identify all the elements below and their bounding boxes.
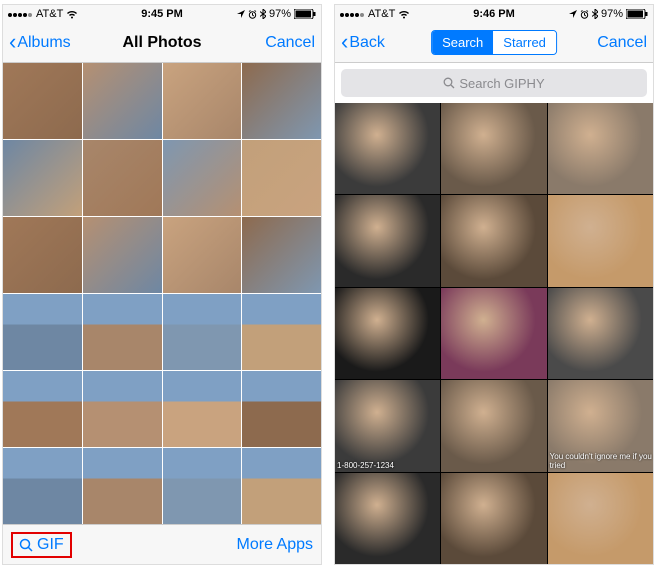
gif-thumbnail[interactable] xyxy=(335,473,440,564)
gif-thumbnail[interactable] xyxy=(441,380,546,471)
alarm-icon xyxy=(580,10,589,19)
page-title: All Photos xyxy=(122,34,201,52)
location-icon xyxy=(569,10,577,18)
photo-thumbnail[interactable] xyxy=(163,140,242,216)
gif-thumbnail[interactable] xyxy=(335,288,440,379)
gif-thumbnail[interactable] xyxy=(335,103,440,194)
wifi-icon xyxy=(398,10,410,19)
back-label: Back xyxy=(349,34,385,52)
more-apps-button[interactable]: More Apps xyxy=(237,536,313,554)
battery-pct: 97% xyxy=(269,8,291,20)
gif-thumbnail[interactable] xyxy=(548,195,653,286)
battery-icon xyxy=(294,9,316,19)
clock-label: 9:45 PM xyxy=(141,8,183,20)
alarm-icon xyxy=(248,10,257,19)
segment-starred[interactable]: Starred xyxy=(493,31,556,54)
photo-thumbnail[interactable] xyxy=(163,63,242,139)
photo-thumbnail[interactable] xyxy=(83,448,162,524)
bottom-bar: GIF More Apps xyxy=(3,524,321,564)
gif-caption: 1-800-257-1234 xyxy=(337,461,394,470)
photo-thumbnail[interactable] xyxy=(3,217,82,293)
photo-thumbnail[interactable] xyxy=(242,217,321,293)
right-screen: AT&T 9:46 PM 97% ‹ Back Search Starred C… xyxy=(334,4,654,565)
gif-thumbnail[interactable] xyxy=(548,103,653,194)
back-button[interactable]: ‹ Albums xyxy=(9,34,71,52)
photo-thumbnail[interactable] xyxy=(163,294,242,370)
cancel-button[interactable]: Cancel xyxy=(265,34,315,52)
nav-bar: ‹ Albums All Photos Cancel xyxy=(3,23,321,63)
photo-grid[interactable] xyxy=(3,63,321,524)
carrier-label: AT&T xyxy=(36,8,63,20)
gif-thumbnail[interactable]: You couldn't ignore me if you tried xyxy=(548,380,653,471)
battery-icon xyxy=(626,9,648,19)
search-icon xyxy=(443,77,455,89)
wifi-icon xyxy=(66,10,78,19)
search-icon xyxy=(19,538,33,552)
battery-pct: 97% xyxy=(601,8,623,20)
left-screen: AT&T 9:45 PM 97% ‹ Albums All Photos Can… xyxy=(2,4,322,565)
photo-thumbnail[interactable] xyxy=(3,448,82,524)
photo-thumbnail[interactable] xyxy=(83,63,162,139)
photo-thumbnail[interactable] xyxy=(242,371,321,447)
photo-thumbnail[interactable] xyxy=(163,448,242,524)
photo-thumbnail[interactable] xyxy=(83,371,162,447)
cancel-button[interactable]: Cancel xyxy=(597,34,647,52)
segment-search[interactable]: Search xyxy=(432,31,493,54)
gif-thumbnail[interactable] xyxy=(548,288,653,379)
photo-thumbnail[interactable] xyxy=(3,294,82,370)
clock-label: 9:46 PM xyxy=(473,8,515,20)
gif-thumbnail[interactable] xyxy=(441,195,546,286)
photo-thumbnail[interactable] xyxy=(163,217,242,293)
back-label: Albums xyxy=(17,34,70,52)
signal-dots-icon xyxy=(8,8,33,20)
photo-thumbnail[interactable] xyxy=(83,140,162,216)
signal-dots-icon xyxy=(340,8,365,20)
photo-thumbnail[interactable] xyxy=(3,371,82,447)
gif-label: GIF xyxy=(37,536,64,554)
search-placeholder: Search GIPHY xyxy=(459,76,544,91)
bluetooth-icon xyxy=(592,9,598,19)
search-input[interactable]: Search GIPHY xyxy=(341,69,647,97)
photo-thumbnail[interactable] xyxy=(83,294,162,370)
photo-thumbnail[interactable] xyxy=(242,448,321,524)
gif-thumbnail[interactable] xyxy=(441,288,546,379)
photo-thumbnail[interactable] xyxy=(242,140,321,216)
gif-thumbnail[interactable]: 1-800-257-1234 xyxy=(335,380,440,471)
nav-bar: ‹ Back Search Starred Cancel xyxy=(335,23,653,63)
gif-thumbnail[interactable] xyxy=(441,103,546,194)
segmented-control: Search Starred xyxy=(431,30,557,55)
carrier-label: AT&T xyxy=(368,8,395,20)
photo-thumbnail[interactable] xyxy=(242,294,321,370)
gif-thumbnail[interactable] xyxy=(335,195,440,286)
photo-thumbnail[interactable] xyxy=(83,217,162,293)
status-bar: AT&T 9:45 PM 97% xyxy=(3,5,321,23)
back-button[interactable]: ‹ Back xyxy=(341,34,385,52)
photo-thumbnail[interactable] xyxy=(3,140,82,216)
photo-thumbnail[interactable] xyxy=(242,63,321,139)
bluetooth-icon xyxy=(260,9,266,19)
gif-thumbnail[interactable] xyxy=(441,473,546,564)
location-icon xyxy=(237,10,245,18)
photo-thumbnail[interactable] xyxy=(3,63,82,139)
gif-grid[interactable]: 1-800-257-1234 You couldn't ignore me if … xyxy=(335,103,653,564)
photo-thumbnail[interactable] xyxy=(163,371,242,447)
gif-thumbnail[interactable] xyxy=(548,473,653,564)
gif-button[interactable]: GIF xyxy=(11,532,72,558)
gif-caption: You couldn't ignore me if you tried xyxy=(550,452,653,470)
status-bar: AT&T 9:46 PM 97% xyxy=(335,5,653,23)
